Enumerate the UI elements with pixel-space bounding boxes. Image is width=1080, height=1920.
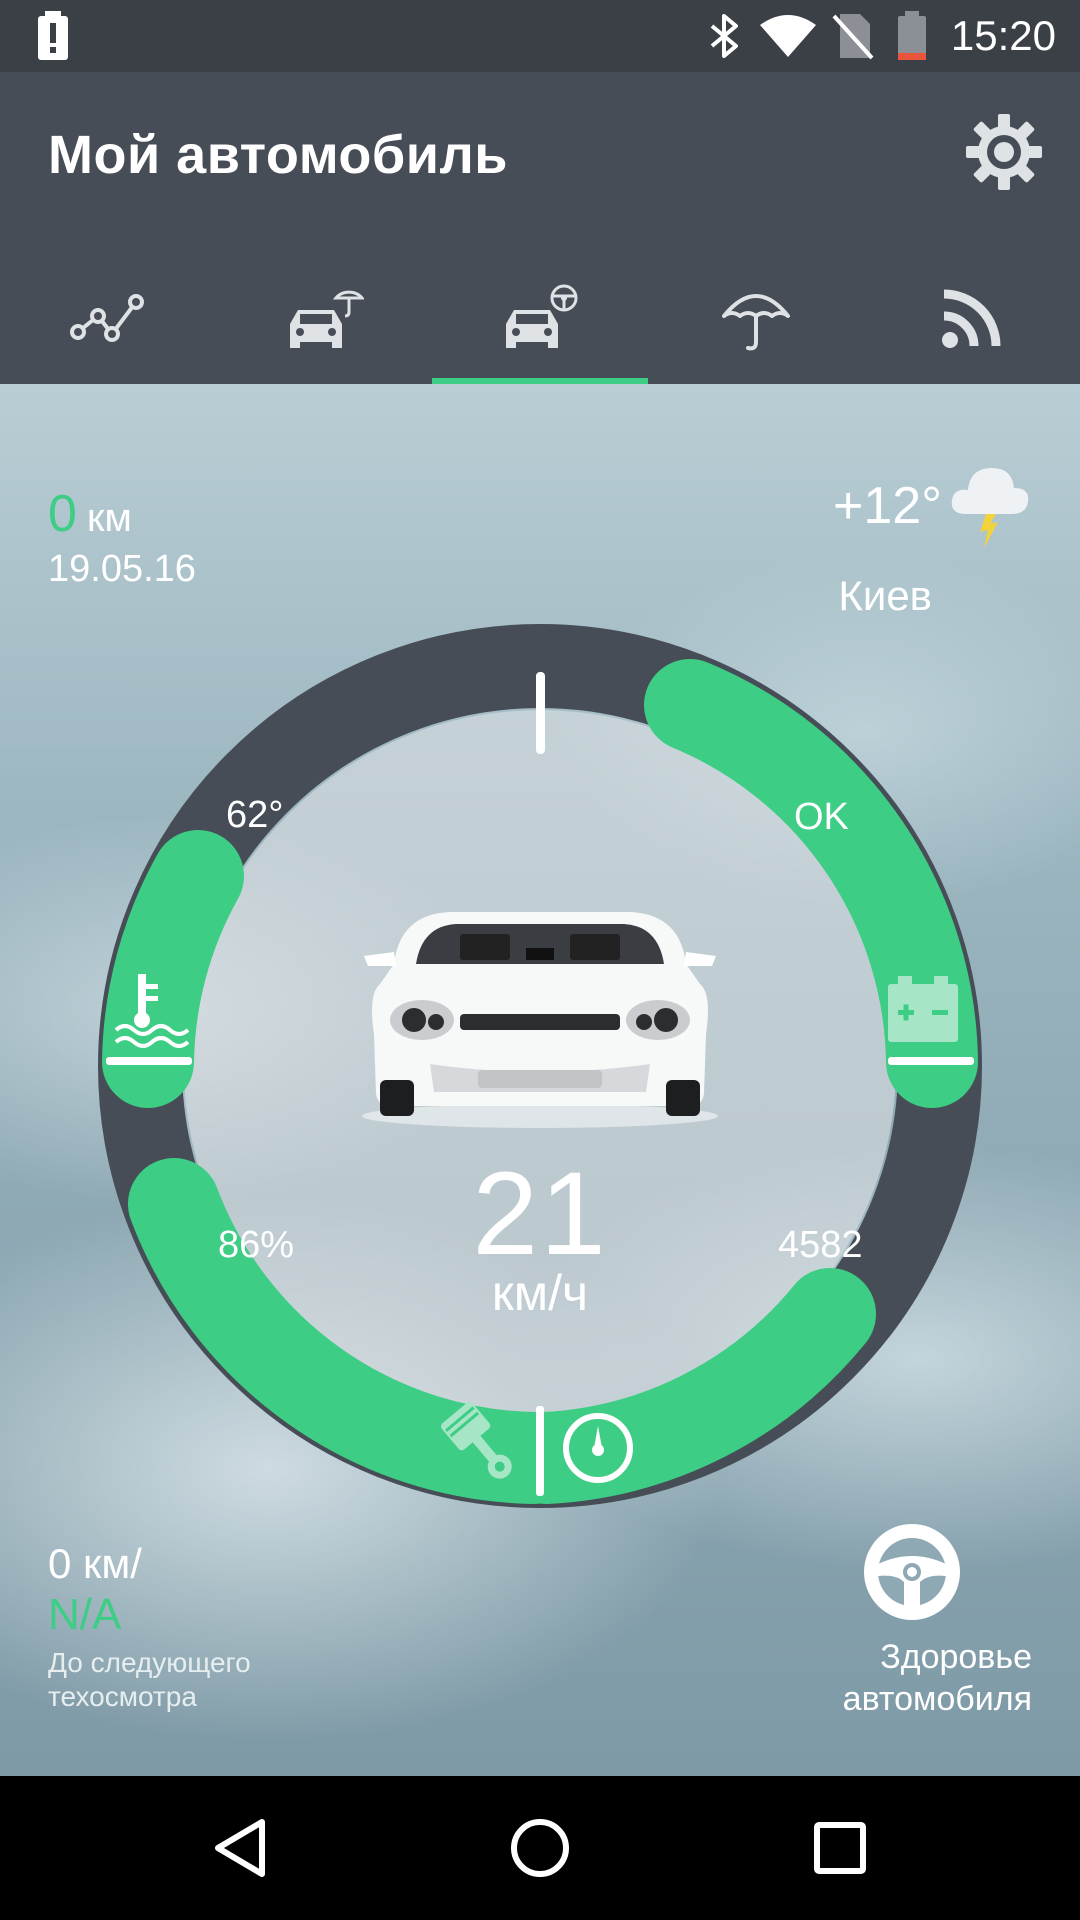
coolant-baseline: [106, 1057, 192, 1065]
tab-umbrella[interactable]: [648, 252, 864, 384]
wifi-icon: [758, 10, 818, 62]
service-info: 0 км/ N/A До следующего техосмотра: [48, 1540, 348, 1714]
gauge-bottom-divider: [536, 1406, 544, 1496]
car-steering-icon: [506, 284, 578, 348]
coolant-temp-value: 62°: [226, 794, 284, 836]
page-title: Мой автомобиль: [48, 125, 508, 185]
recents-button[interactable]: [768, 1776, 912, 1920]
tab-feed[interactable]: [864, 252, 1080, 384]
bluetooth-icon: [708, 10, 742, 62]
tab-insurance[interactable]: [216, 252, 432, 384]
service-caption: До следующего техосмотра: [48, 1647, 251, 1712]
battery-status-value: OK: [794, 796, 849, 838]
car-health-label: Здоровье автомобиля: [842, 1638, 1032, 1718]
tab-statistics[interactable]: [0, 252, 216, 384]
battery-alert-icon: [36, 10, 70, 62]
umbrella-icon: [722, 294, 790, 351]
status-time: 15:20: [950, 12, 1056, 59]
battery-baseline: [888, 1057, 974, 1065]
navigation-bar: [0, 1776, 1080, 1920]
dashboard: 0 км 19.05.16 +12° Киев 62° OK 86% 4582 …: [0, 384, 1080, 1776]
steering-wheel-icon: [864, 1524, 960, 1620]
recents-square-icon: [814, 1822, 866, 1874]
status-gauge: 62° OK 86% 4582 21 км/ч: [0, 624, 1080, 1524]
gauge-top-marker: [536, 672, 545, 754]
status-bar: 15:20: [0, 0, 1080, 72]
trip-info: 0 км 19.05.16: [48, 484, 196, 591]
car-health-button[interactable]: Здоровье автомобиля: [792, 1518, 1032, 1720]
thunderstorm-cloud-icon: [951, 468, 1029, 548]
service-remaining: N/A: [48, 1590, 122, 1639]
service-distance: 0 км/: [48, 1540, 142, 1587]
home-button[interactable]: [468, 1776, 612, 1920]
back-triangle-icon: [215, 1819, 265, 1877]
car-insurance-icon: [290, 290, 364, 348]
screen: 15:20 Мой автомобиль 0 км 19.05.16 +12° …: [0, 0, 1080, 1920]
gear-icon: [966, 114, 1042, 190]
rss-feed-icon: [942, 289, 1001, 348]
trip-distance-value: 0: [48, 485, 77, 543]
home-circle-icon: [511, 1819, 569, 1877]
tab-car[interactable]: [432, 252, 648, 384]
battery-low-icon: [896, 10, 928, 62]
speed-value: 21: [472, 1148, 608, 1280]
weather-city: Киев: [838, 572, 932, 619]
trip-distance-unit: км: [86, 496, 132, 540]
settings-button[interactable]: [960, 108, 1048, 196]
tab-bar: [0, 252, 1080, 384]
battery-icon: [888, 976, 958, 1042]
trip-distance: 0 км: [48, 484, 196, 544]
car-illustration: [362, 912, 718, 1128]
app-bar: Мой автомобиль: [0, 72, 1080, 384]
speed-unit: км/ч: [491, 1265, 589, 1321]
no-sim-icon: [832, 10, 874, 62]
trip-date: 19.05.16: [48, 548, 196, 590]
back-button[interactable]: [168, 1776, 312, 1920]
statistics-graph-icon: [70, 294, 144, 342]
weather-temperature: +12°: [832, 477, 942, 535]
